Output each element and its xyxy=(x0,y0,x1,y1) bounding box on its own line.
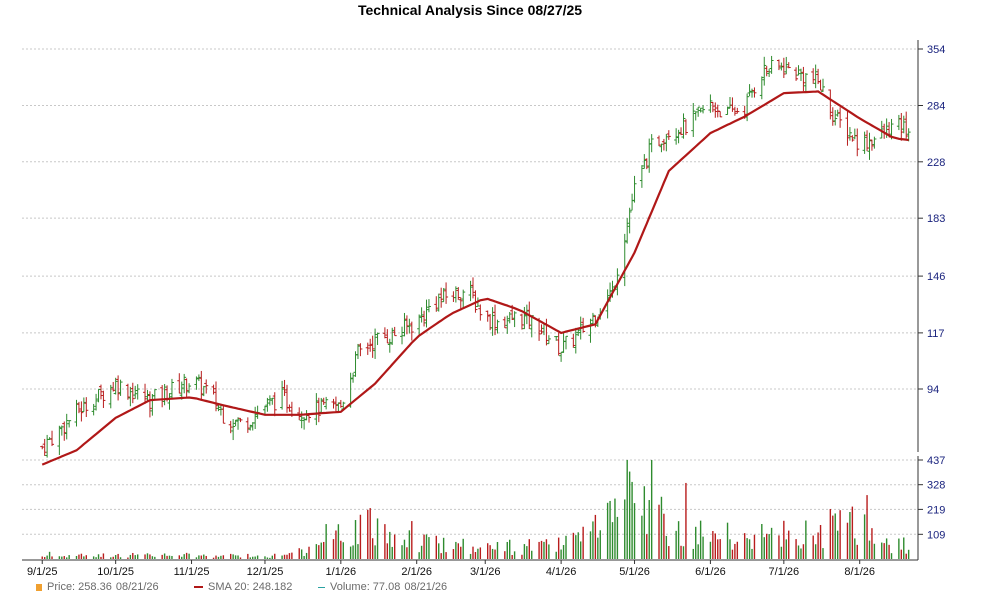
x-tick-label: 4/1/26 xyxy=(546,566,577,578)
volume-tick-label: 328 xyxy=(927,480,945,492)
legend-price-label: Price: 258.36 xyxy=(47,581,112,593)
x-tick-label: 9/1/25 xyxy=(27,566,58,578)
legend-volume-date: 08/21/26 xyxy=(404,581,448,593)
sma-20-line xyxy=(41,90,909,466)
price-tick-label: 146 xyxy=(927,271,945,283)
price-tick-label: 354 xyxy=(927,44,945,56)
legend-volume[interactable]: Volume: 77.08 08/21/26 xyxy=(318,581,498,593)
price-tick-label: 228 xyxy=(927,157,945,169)
x-tick-label: 1/1/26 xyxy=(326,566,357,578)
price-tick-label: 94 xyxy=(927,384,939,396)
price-tick-label: 117 xyxy=(927,328,945,340)
stock-chart: 354 284 228 183 146 117 94 437 328 219 109 9/1/25 10… xyxy=(22,40,945,578)
axes: 354 284 228 183 146 117 94 437 328 219 109 9/1/25 10… xyxy=(22,40,945,578)
x-tick-label: 7/1/26 xyxy=(769,566,800,578)
x-tick-label: 12/1/25 xyxy=(247,566,284,578)
x-tick-label: 5/1/26 xyxy=(619,566,650,578)
x-tick-label: 11/1/25 xyxy=(174,566,210,578)
volume-tick-label: 437 xyxy=(927,455,945,467)
x-tick-label: 6/1/26 xyxy=(695,566,726,578)
legend-volume-label: Volume: 77.08 xyxy=(330,581,401,593)
price-tick-label: 284 xyxy=(927,100,945,112)
sma-swatch-icon xyxy=(194,586,203,588)
legend-price[interactable]: Price: 258.36 08/21/26 xyxy=(36,581,194,593)
x-tick-label: 10/1/25 xyxy=(97,566,134,578)
sma-line xyxy=(41,90,909,466)
price-tick-label: 183 xyxy=(927,213,945,225)
x-tick-label: 2/1/26 xyxy=(401,566,432,578)
grid-layer xyxy=(22,48,918,535)
legend: Price: 258.36 08/21/26 SMA 20: 248.182 V… xyxy=(36,581,498,593)
price-bars xyxy=(40,55,911,458)
volume-tick-label: 109 xyxy=(927,529,945,541)
legend-sma-label: SMA 20: 248.182 xyxy=(208,581,293,593)
x-tick-label: 8/1/26 xyxy=(844,566,875,578)
legend-price-date: 08/21/26 xyxy=(115,581,159,593)
x-tick-label: 3/1/26 xyxy=(470,566,501,578)
volume-swatch-icon xyxy=(318,586,325,588)
volume-tick-label: 219 xyxy=(927,504,945,516)
price-swatch-icon xyxy=(36,583,42,591)
legend-sma[interactable]: SMA 20: 248.182 xyxy=(194,581,318,593)
